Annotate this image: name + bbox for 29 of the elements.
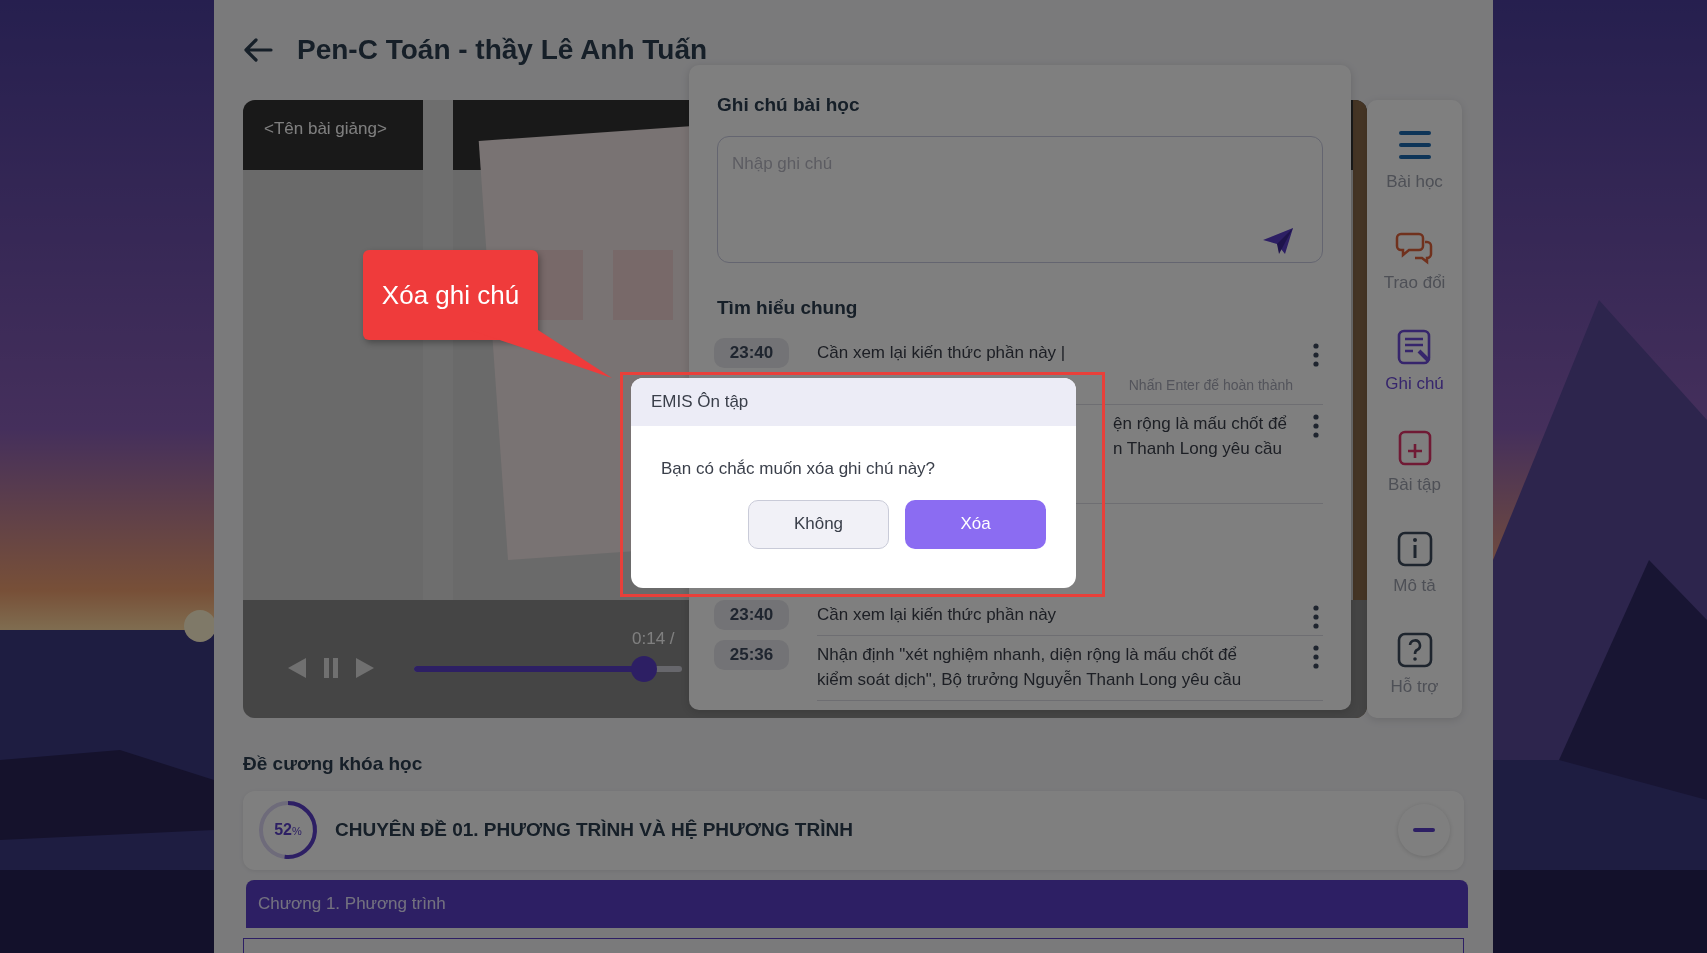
more-icon[interactable] <box>1313 342 1319 367</box>
dialog-title: EMIS Ôn tập <box>631 378 1076 426</box>
note-text: Cần xem lại kiến thức phần này <box>817 604 1058 626</box>
sidebar-tab[interactable]: Ghi chú <box>1367 326 1462 427</box>
progress-ring <box>257 799 319 861</box>
note-text: ện rộng là mấu chốt để n Thanh Long yêu cầu <box>1113 413 1288 460</box>
more-icon[interactable] <box>1313 644 1319 669</box>
collapse-button[interactable] <box>1398 804 1450 856</box>
more-icon[interactable] <box>1313 604 1319 629</box>
timestamp: 23:40 <box>714 600 789 630</box>
send-icon[interactable] <box>1263 227 1293 254</box>
chapter-item[interactable]: Chương 1. Phương trình <box>246 879 1468 928</box>
progress-percent: 52% <box>274 822 302 838</box>
timestamp: 25:36 <box>714 640 789 670</box>
topic-title: CHUYÊN ĐỀ 01. PHƯƠNG TRÌNH VÀ HỆ PHƯƠNG TRÌNH <box>335 817 854 842</box>
course-title: Pen-C Toán - thầy Lê Anh Tuấn <box>297 33 708 67</box>
cancel-button[interactable]: Không <box>748 499 889 549</box>
minus-icon <box>1413 828 1435 832</box>
more-icon[interactable] <box>1313 413 1319 438</box>
section-title: Tìm hiểu chung <box>717 295 859 320</box>
timestamp: 23:40 <box>714 338 789 368</box>
delete-button[interactable]: Xóa <box>905 499 1046 549</box>
panel-title: Ghi chú bài học <box>717 93 861 117</box>
lesson-name: <Tên bài giảng> <box>264 118 387 140</box>
section-title: Đề cương khóa học <box>243 752 424 776</box>
dialog-message: Bạn có chắc muốn xóa ghi chú này? <box>660 458 937 480</box>
note-text: Cần xem lại kiến thức phần này | <box>817 342 1067 364</box>
note-text: Nhận định "xét nghiệm nhanh, diện rộng là mấu chốt để kiểm soát dịch", Bộ trưởng Nguyễn Thanh Long yêu cầu <box>817 644 1243 691</box>
back-icon[interactable] <box>243 38 273 62</box>
